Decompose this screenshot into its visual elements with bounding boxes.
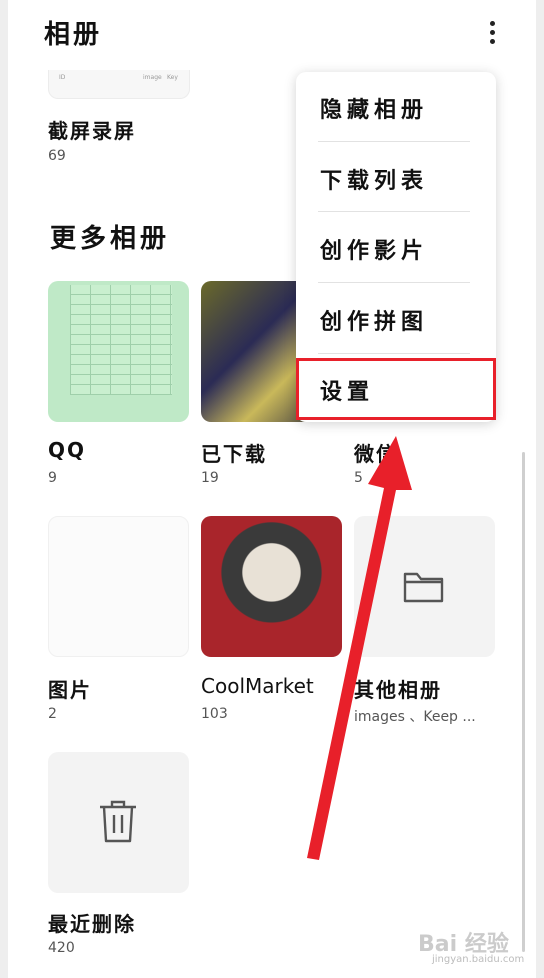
album-thumb-recently-deleted[interactable]	[48, 752, 189, 893]
highlight-box-settings	[296, 358, 496, 420]
album-name-wechat[interactable]: 微信	[354, 438, 398, 467]
album-count-downloads: 19	[201, 470, 219, 486]
menu-divider	[318, 282, 470, 283]
album-name-qq[interactable]: QQ	[48, 438, 86, 462]
album-thumb-other[interactable]	[354, 516, 495, 657]
more-options-button[interactable]	[478, 18, 506, 54]
menu-item-create-collage[interactable]: 创作拼图	[320, 304, 428, 336]
left-frame	[0, 0, 8, 978]
menu-divider	[318, 353, 470, 354]
menu-item-hide-album[interactable]: 隐藏相册	[320, 92, 428, 124]
album-count-wechat: 5	[354, 470, 363, 486]
album-thumb-qq[interactable]	[48, 281, 189, 422]
album-name-downloads[interactable]: 已下载	[201, 438, 267, 467]
scrollbar[interactable]	[522, 452, 525, 952]
menu-divider	[318, 211, 470, 212]
album-count-coolmarket: 103	[201, 706, 228, 722]
page-title: 相册	[44, 20, 103, 50]
menu-item-download-list[interactable]: 下载列表	[320, 163, 428, 195]
album-count-qq: 9	[48, 470, 57, 486]
album-thumb-screenshots[interactable]: ID image Key	[48, 70, 190, 99]
section-title-more-albums: 更多相册	[50, 224, 171, 254]
more-vertical-icon	[478, 21, 506, 44]
folder-icon	[403, 572, 444, 603]
album-count-recently-deleted: 420	[48, 940, 75, 956]
album-name-coolmarket[interactable]: CoolMarket	[201, 674, 314, 698]
menu-divider	[318, 141, 470, 142]
album-name-screenshots[interactable]: 截屏录屏	[48, 115, 136, 144]
album-thumb-pictures[interactable]	[48, 516, 189, 657]
album-thumb-coolmarket[interactable]	[201, 516, 342, 657]
table-image	[70, 285, 172, 395]
album-name-pictures[interactable]: 图片	[48, 674, 92, 703]
album-name-recently-deleted[interactable]: 最近删除	[48, 908, 136, 937]
album-count-other: images 、Keep ...	[354, 709, 476, 725]
trash-icon	[100, 800, 136, 843]
right-frame	[536, 0, 544, 978]
watermark-url: jingyan.baidu.com	[432, 954, 525, 965]
album-count-pictures: 2	[48, 706, 57, 722]
menu-item-create-movie[interactable]: 创作影片	[320, 233, 428, 265]
album-count-screenshots: 69	[48, 148, 66, 164]
album-name-other[interactable]: 其他相册	[354, 674, 442, 703]
